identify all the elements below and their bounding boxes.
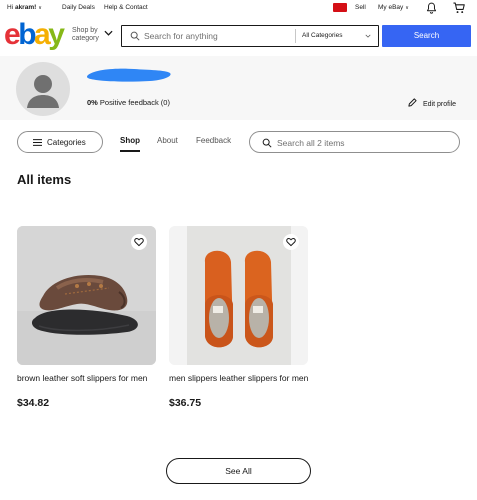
tab-feedback[interactable]: Feedback bbox=[196, 136, 231, 145]
chevron-down-icon: ∨ bbox=[38, 5, 42, 11]
section-title: All items bbox=[17, 172, 72, 187]
search-divider bbox=[295, 29, 296, 43]
categories-label: Categories bbox=[47, 138, 86, 147]
shop-by-category-button[interactable]: Shop by category bbox=[72, 27, 99, 43]
store-search-input[interactable]: Search all 2 items bbox=[249, 131, 460, 153]
logo-letter: b bbox=[18, 18, 36, 51]
daily-deals-link[interactable]: Daily Deals bbox=[62, 4, 95, 11]
search-button[interactable]: Search bbox=[382, 25, 471, 47]
greeting[interactable]: Hi akram! ∨ bbox=[7, 4, 42, 11]
feedback-text: Positive feedback (0) bbox=[97, 98, 170, 107]
see-all-button[interactable]: See All bbox=[166, 458, 311, 484]
search-input[interactable]: Search for anything bbox=[144, 31, 218, 41]
menu-icon bbox=[33, 139, 42, 146]
cart-icon[interactable] bbox=[452, 1, 466, 15]
edit-profile-label: Edit profile bbox=[423, 101, 457, 108]
ebay-logo[interactable]: ebay bbox=[4, 18, 65, 51]
username: akram! bbox=[14, 4, 37, 11]
my-ebay-menu[interactable]: My eBay ∨ bbox=[378, 4, 409, 11]
avatar-icon bbox=[27, 75, 59, 108]
item-price: $34.82 bbox=[17, 397, 50, 409]
greeting-prefix: Hi bbox=[7, 4, 15, 11]
tab-about[interactable]: About bbox=[157, 136, 178, 145]
edit-profile-button[interactable]: Edit profile bbox=[408, 98, 456, 108]
category-label: category bbox=[72, 35, 99, 42]
heart-icon[interactable] bbox=[283, 234, 299, 250]
tab-shop[interactable]: Shop bbox=[120, 136, 140, 145]
logo-letter: e bbox=[4, 18, 21, 51]
help-contact-link[interactable]: Help & Contact bbox=[104, 4, 148, 11]
redacted-username bbox=[86, 68, 171, 82]
active-tab-indicator bbox=[120, 150, 140, 152]
chevron-down-icon: ∨ bbox=[405, 5, 409, 11]
country-flag-icon[interactable] bbox=[333, 3, 347, 12]
avatar bbox=[16, 62, 70, 116]
chevron-down-icon[interactable] bbox=[104, 30, 113, 36]
logo-letter: y bbox=[48, 18, 65, 51]
search-icon bbox=[262, 138, 272, 148]
my-ebay-label: My eBay bbox=[378, 4, 404, 11]
category-select[interactable]: All Categories bbox=[302, 32, 342, 39]
shop-by-label: Shop by bbox=[72, 27, 98, 34]
heart-icon[interactable] bbox=[131, 234, 147, 250]
feedback-summary: 0% Positive feedback (0) bbox=[87, 98, 170, 107]
item-title[interactable]: men slippers leather slippers for men bbox=[169, 373, 309, 383]
item-price: $36.75 bbox=[169, 397, 202, 409]
pencil-icon bbox=[408, 98, 417, 107]
feedback-percent: 0% bbox=[87, 98, 98, 107]
store-search-placeholder: Search all 2 items bbox=[277, 138, 345, 148]
search-icon bbox=[130, 31, 140, 41]
logo-letter: a bbox=[34, 18, 51, 51]
search-bar[interactable]: Search for anything All Categories bbox=[121, 25, 379, 47]
categories-button[interactable]: Categories bbox=[17, 131, 103, 153]
chevron-down-icon bbox=[365, 34, 371, 38]
bell-icon[interactable] bbox=[425, 1, 438, 15]
sell-link[interactable]: Sell bbox=[355, 4, 366, 11]
profile-banner bbox=[0, 56, 477, 120]
top-utility-bar: Hi akram! ∨ Daily Deals Help & Contact Se… bbox=[0, 0, 477, 17]
item-title[interactable]: brown leather soft slippers for men bbox=[17, 373, 157, 383]
